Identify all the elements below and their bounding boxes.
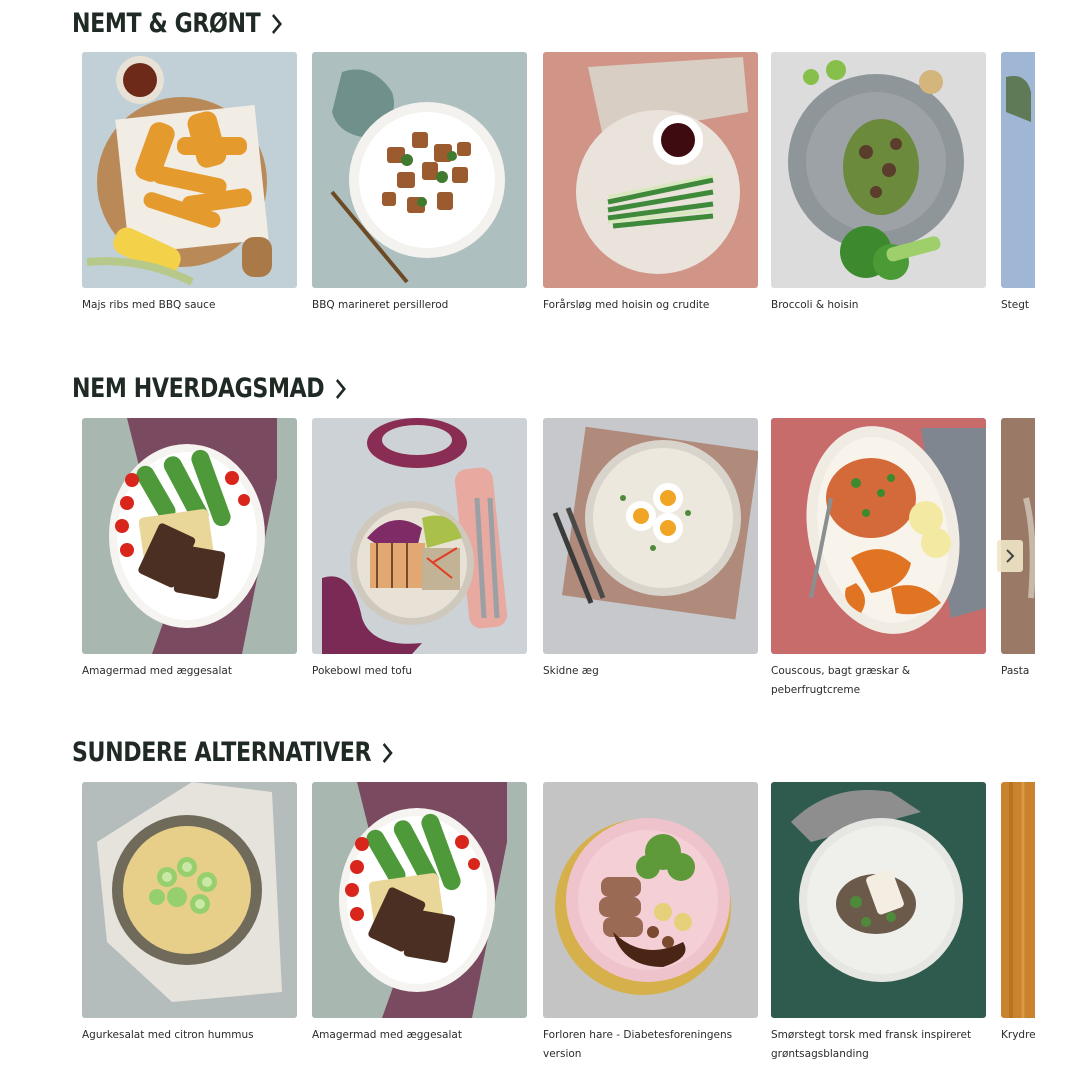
recipe-title[interactable]: Skidne æg bbox=[543, 662, 758, 681]
recipe-card[interactable]: Majs ribs med BBQ sauce bbox=[82, 52, 297, 315]
recipe-title[interactable]: Agurkesalat med citron hummus bbox=[82, 1026, 297, 1045]
chevron-right-icon bbox=[335, 378, 346, 399]
recipe-title[interactable]: Pokebowl med tofu bbox=[312, 662, 527, 681]
recipe-title[interactable]: Forårsløg med hoisin og crudite bbox=[543, 296, 758, 315]
recipe-image[interactable] bbox=[82, 418, 297, 654]
recipe-card[interactable]: Smørstegt torsk med fransk inspireret gr… bbox=[771, 782, 986, 1064]
section-title: NEMT & GRØNT bbox=[72, 8, 261, 39]
recipe-card[interactable]: Amagermad med æggesalat bbox=[82, 418, 297, 681]
recipe-title[interactable]: Forloren hare - Diabetesforeningens vers… bbox=[543, 1026, 758, 1064]
recipe-image[interactable] bbox=[1001, 782, 1035, 1018]
recipe-carousel[interactable]: Agurkesalat med citron hummus Amagermad … bbox=[0, 782, 1035, 1080]
recipe-carousel[interactable]: Majs ribs med BBQ sauce BBQ marineret pe… bbox=[0, 52, 1035, 352]
recipe-title[interactable]: Amagermad med æggesalat bbox=[312, 1026, 527, 1045]
section-heading-link[interactable]: NEM HVERDAGSMAD bbox=[72, 373, 349, 404]
recipe-title[interactable]: Smørstegt torsk med fransk inspireret gr… bbox=[771, 1026, 986, 1064]
recipe-card[interactable]: Krydre bbox=[1001, 782, 1035, 1045]
carousel-next-button[interactable] bbox=[997, 540, 1023, 572]
recipe-image[interactable] bbox=[771, 782, 986, 1018]
recipe-card[interactable]: Broccoli & hoisin bbox=[771, 52, 986, 315]
recipe-card[interactable]: Forårsløg med hoisin og crudite bbox=[543, 52, 758, 315]
recipe-title[interactable]: BBQ marineret persillerod bbox=[312, 296, 527, 315]
recipe-image[interactable] bbox=[1001, 418, 1035, 654]
recipe-card[interactable]: Agurkesalat med citron hummus bbox=[82, 782, 297, 1045]
recipe-title[interactable]: Couscous, bagt græskar & peberfrugtcreme bbox=[771, 662, 986, 700]
recipe-title[interactable]: Majs ribs med BBQ sauce bbox=[82, 296, 297, 315]
recipe-image[interactable] bbox=[771, 418, 986, 654]
recipe-title[interactable]: Stegt bbox=[1001, 296, 1035, 315]
recipe-image[interactable] bbox=[543, 52, 758, 288]
recipe-card[interactable]: Forloren hare - Diabetesforeningens vers… bbox=[543, 782, 758, 1064]
section-heading-link[interactable]: NEMT & GRØNT bbox=[72, 8, 285, 39]
recipe-image[interactable] bbox=[312, 418, 527, 654]
recipe-image[interactable] bbox=[82, 782, 297, 1018]
recipe-image[interactable] bbox=[312, 782, 527, 1018]
recipe-card[interactable]: Amagermad med æggesalat bbox=[312, 782, 527, 1045]
recipe-image[interactable] bbox=[312, 52, 527, 288]
chevron-right-icon bbox=[1006, 549, 1015, 563]
section-title: SUNDERE ALTERNATIVER bbox=[72, 737, 372, 768]
recipe-title[interactable]: Krydre bbox=[1001, 1026, 1035, 1045]
recipe-title[interactable]: Amagermad med æggesalat bbox=[82, 662, 297, 681]
recipe-card[interactable]: BBQ marineret persillerod bbox=[312, 52, 527, 315]
recipe-image[interactable] bbox=[543, 418, 758, 654]
recipe-title[interactable]: Broccoli & hoisin bbox=[771, 296, 986, 315]
recipe-card[interactable]: Stegt bbox=[1001, 52, 1035, 315]
recipe-title[interactable]: Pasta bbox=[1001, 662, 1035, 681]
recipe-card[interactable]: Couscous, bagt græskar & peberfrugtcreme bbox=[771, 418, 986, 700]
recipe-image[interactable] bbox=[1001, 52, 1035, 288]
recipe-card[interactable]: Pokebowl med tofu bbox=[312, 418, 527, 681]
recipe-image[interactable] bbox=[771, 52, 986, 288]
chevron-right-icon bbox=[271, 13, 282, 34]
section-title: NEM HVERDAGSMAD bbox=[72, 373, 325, 404]
chevron-right-icon bbox=[382, 742, 393, 763]
recipe-image[interactable] bbox=[82, 52, 297, 288]
recipe-card[interactable]: Skidne æg bbox=[543, 418, 758, 681]
recipe-image[interactable] bbox=[543, 782, 758, 1018]
section-heading-link[interactable]: SUNDERE ALTERNATIVER bbox=[72, 737, 396, 768]
recipe-carousel[interactable]: Amagermad med æggesalat Pokebowl med tof… bbox=[0, 418, 1035, 718]
